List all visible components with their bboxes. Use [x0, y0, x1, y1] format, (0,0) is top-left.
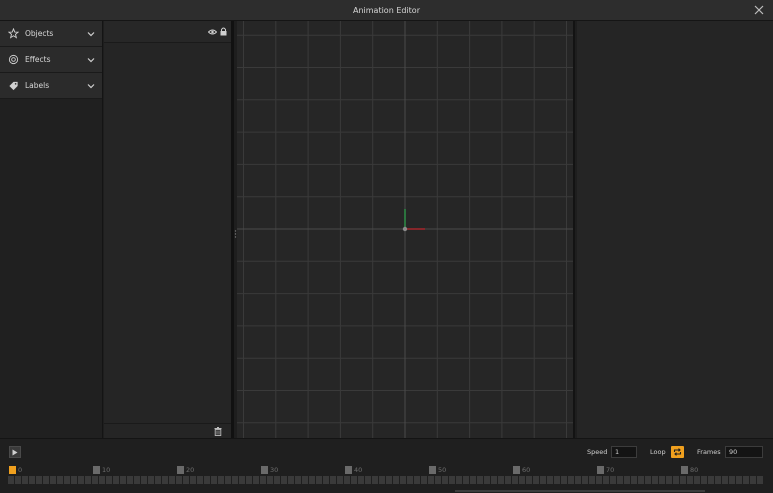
- play-icon: [12, 449, 18, 455]
- ruler-number: 80: [690, 466, 699, 474]
- ruler-number: 70: [606, 466, 615, 474]
- layers-panel: [104, 21, 234, 438]
- category-labels[interactable]: Labels: [0, 73, 102, 99]
- trash-icon[interactable]: [214, 427, 222, 436]
- category-label: Effects: [25, 55, 51, 64]
- lock-icon[interactable]: [220, 27, 227, 36]
- scene-viewport[interactable]: [237, 21, 575, 438]
- ruler-number: 50: [438, 466, 447, 474]
- horizontal-scrollbar[interactable]: [455, 490, 705, 492]
- viewport-grid: [237, 21, 573, 438]
- ruler-mark: [177, 466, 184, 474]
- ruler-mark: [345, 466, 352, 474]
- chevron-down-icon[interactable]: [87, 56, 95, 64]
- ruler-number: 60: [522, 466, 531, 474]
- timeline-panel: Speed Loop Frames 0 10 20 30 40 50 60 70 80: [0, 438, 773, 493]
- category-label: Labels: [25, 81, 50, 90]
- effects-icon: [8, 54, 19, 65]
- timeline-ruler[interactable]: 0 10 20 30 40 50 60 70 80: [8, 466, 764, 476]
- category-effects[interactable]: Effects: [0, 47, 102, 73]
- category-sidebar: Objects Effects Labels: [0, 21, 103, 438]
- ruler-mark: [513, 466, 520, 474]
- ruler-number: 20: [186, 466, 195, 474]
- category-label: Objects: [25, 29, 54, 38]
- loop-label: Loop: [650, 448, 666, 456]
- frame-track[interactable]: [8, 476, 764, 484]
- speed-input[interactable]: [611, 446, 637, 458]
- eye-icon[interactable]: [208, 28, 217, 36]
- chevron-down-icon[interactable]: [87, 30, 95, 38]
- properties-panel: [577, 21, 773, 438]
- chevron-down-icon[interactable]: [87, 82, 95, 90]
- layers-footer: [104, 423, 231, 438]
- ruler-number: 30: [270, 466, 279, 474]
- frames-input[interactable]: [725, 446, 763, 458]
- playhead-marker[interactable]: [9, 466, 16, 474]
- close-icon[interactable]: [753, 4, 765, 16]
- loop-toggle[interactable]: [671, 446, 684, 458]
- play-button[interactable]: [9, 446, 21, 458]
- loop-icon: [673, 448, 682, 456]
- ruler-mark: [597, 466, 604, 474]
- category-objects[interactable]: Objects: [0, 21, 102, 47]
- ruler-mark: [429, 466, 436, 474]
- origin-point[interactable]: [402, 226, 408, 232]
- star-icon: [8, 28, 19, 39]
- title-bar: Animation Editor: [0, 0, 773, 21]
- ruler-mark: [681, 466, 688, 474]
- animation-editor-window: Animation Editor Objects Effects Labels: [0, 0, 773, 493]
- speed-label: Speed: [587, 448, 608, 456]
- ruler-mark: [93, 466, 100, 474]
- ruler-number: 40: [354, 466, 363, 474]
- layers-header: [104, 21, 231, 43]
- frames-label: Frames: [697, 448, 721, 456]
- window-title: Animation Editor: [352, 6, 420, 15]
- ruler-number: 10: [102, 466, 111, 474]
- ruler-mark: [261, 466, 268, 474]
- tag-icon: [8, 80, 19, 91]
- ruler-number: 0: [18, 466, 23, 474]
